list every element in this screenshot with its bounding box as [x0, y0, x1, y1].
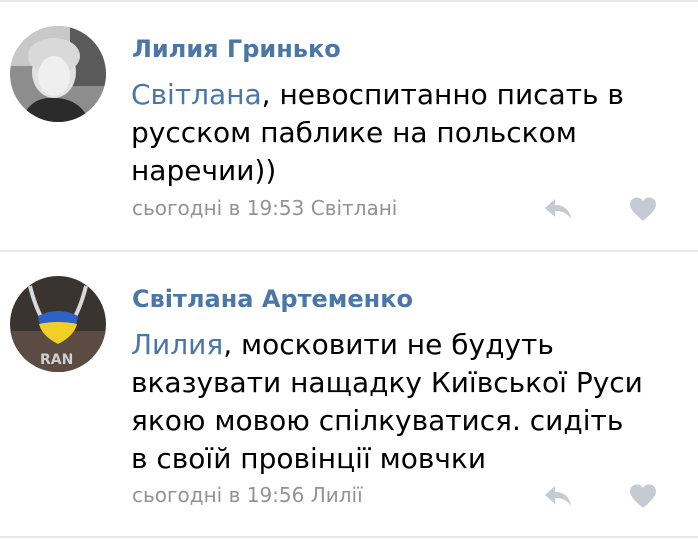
comment-text-line: вказувати нащадку Київської Руси — [131, 366, 643, 399]
comment-author[interactable]: Лилия Гринько — [132, 35, 341, 63]
avatar[interactable] — [10, 26, 106, 122]
comment-text-line: Світлана, невоспитанно писать в — [131, 76, 691, 114]
reply-to-name[interactable]: Світлані — [311, 196, 398, 220]
comment-text-segment: , московити не будуть — [223, 328, 554, 361]
heart-icon[interactable] — [628, 196, 658, 222]
comment-text: Лилия, московити не будуть вказувати нащ… — [131, 326, 691, 478]
svg-text:RAN: RAN — [40, 352, 73, 368]
comment-text-line: Лилия, московити не будуть — [131, 326, 691, 364]
comment-author[interactable]: Світлана Артеменко — [132, 285, 413, 313]
comment-time[interactable]: сьогодні в 19:56 — [132, 483, 304, 507]
avatar[interactable]: RAN — [10, 276, 106, 372]
comment-divider — [0, 536, 698, 538]
comment-text-line: в своїй провінції мовчки — [131, 442, 487, 475]
heart-icon[interactable] — [628, 483, 658, 509]
comment-text-line: русском паблике на польском — [131, 116, 577, 149]
reply-arrow-icon[interactable] — [543, 483, 573, 509]
reply-to-name[interactable]: Лилії — [311, 483, 363, 507]
comment-item: RAN Світлана Артеменко Лилия, московити … — [0, 252, 698, 537]
user-photo-icon — [10, 26, 106, 122]
user-photo-icon: RAN — [10, 276, 106, 372]
mention-link[interactable]: Світлана — [131, 78, 262, 111]
mention-link[interactable]: Лилия — [131, 328, 223, 361]
comment-text-line: якою мовою спілкуватися. сидіть — [131, 404, 624, 437]
comment-text-line: наречии)) — [131, 154, 277, 187]
comment-item: Лилия Гринько Світлана, невоспитанно пис… — [0, 0, 698, 250]
comment-text-segment: , невоспитанно писать в — [261, 78, 624, 111]
reply-arrow-icon[interactable] — [543, 196, 573, 222]
comment-time[interactable]: сьогодні в 19:53 — [132, 196, 304, 220]
comment-text: Світлана, невоспитанно писать в русском … — [131, 76, 691, 190]
comment-meta: сьогодні в 19:56 Лилії — [132, 483, 363, 507]
comment-meta: сьогодні в 19:53 Світлані — [132, 196, 397, 220]
